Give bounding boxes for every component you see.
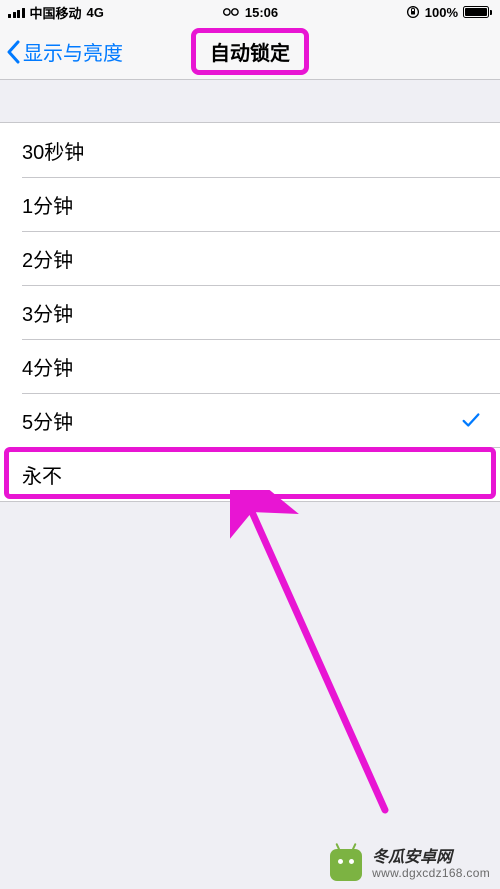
option-label: 4分钟 [22,352,73,381]
option-5min[interactable]: 5分钟 [0,393,500,447]
watermark: 冬瓜安卓网 www.dgxcdz168.com [320,841,500,889]
spacer [0,80,500,122]
status-right: 100% [406,5,492,20]
option-3min[interactable]: 3分钟 [0,285,500,339]
option-2min[interactable]: 2分钟 [0,231,500,285]
nav-bar: 显示与亮度 自动锁定 [0,24,500,80]
carrier-label: 中国移动 [30,3,82,22]
option-label: 5分钟 [22,406,73,435]
watermark-url: www.dgxcdz168.com [372,867,490,881]
option-never[interactable]: 永不 [0,447,500,501]
chevron-left-icon [6,40,20,64]
network-label: 4G [87,5,104,20]
option-label: 30秒钟 [22,136,84,165]
option-label: 2分钟 [22,244,73,273]
battery-icon [463,6,492,18]
option-1min[interactable]: 1分钟 [0,177,500,231]
option-4min[interactable]: 4分钟 [0,339,500,393]
watermark-title: 冬瓜安卓网 [372,849,490,867]
android-icon [330,849,362,881]
option-label: 1分钟 [22,190,73,219]
status-bar: 中国移动 4G 15:06 100% [0,0,500,24]
option-label: 永不 [22,460,62,489]
time-label: 15:06 [245,5,278,20]
autolock-option-list: 30秒钟 1分钟 2分钟 3分钟 4分钟 5分钟 永不 [0,122,500,502]
checkmark-icon [460,409,482,431]
option-label: 3分钟 [22,298,73,327]
status-center: 15:06 [222,5,278,20]
status-left: 中国移动 4G [8,3,104,22]
signal-icon [8,6,25,18]
back-button[interactable]: 显示与亮度 [0,37,123,66]
hotspot-icon [222,7,240,17]
option-30s[interactable]: 30秒钟 [0,123,500,177]
orientation-lock-icon [406,5,420,19]
battery-pct: 100% [425,5,458,20]
page-title: 自动锁定 [191,28,309,75]
annotation-arrow [230,490,410,830]
back-label: 显示与亮度 [23,37,123,66]
